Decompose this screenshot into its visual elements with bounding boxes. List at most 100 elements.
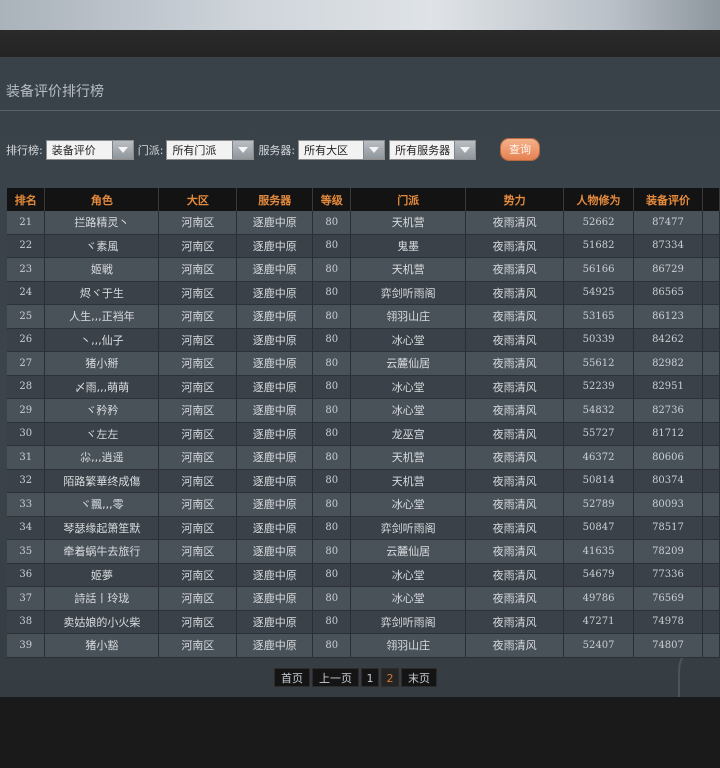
last-page-button[interactable]: 末页 bbox=[401, 668, 437, 687]
cell-character: 姬戦 bbox=[44, 257, 160, 282]
table-row: 38 卖姑娘的小火柴 河南区 逐鹿中原 80 弈剑听雨阁 夜雨清风 47271 74978 bbox=[7, 610, 720, 634]
cell-level: 80 bbox=[312, 375, 352, 399]
cell-level: 80 bbox=[312, 633, 352, 658]
cell-equip-score: 74978 bbox=[633, 610, 703, 634]
region-select[interactable]: 所有大区 bbox=[298, 140, 386, 160]
table-row: 25 人生,,,正裆年 河南区 逐鹿中原 80 翎羽山庄 夜雨清风 53165 86123 bbox=[7, 304, 720, 329]
cell-equip-score: 81712 bbox=[633, 422, 703, 446]
cell-cultivation: 52239 bbox=[563, 375, 634, 399]
cell-extra bbox=[702, 563, 720, 587]
cell-faction: 夜雨清风 bbox=[465, 234, 565, 258]
cell-region: 河南区 bbox=[158, 211, 238, 235]
page-2-current: 2 bbox=[381, 668, 399, 687]
cell-character: 拦路精灵丶 bbox=[44, 211, 160, 235]
cell-rank: 27 bbox=[7, 351, 46, 376]
header-rank: 排名 bbox=[7, 188, 46, 211]
cell-faction: 夜雨清风 bbox=[465, 211, 565, 235]
cell-faction: 夜雨清风 bbox=[465, 633, 565, 658]
cell-equip-score: 77336 bbox=[633, 563, 703, 587]
table-row: 33 ヾ飄,,,零 河南区 逐鹿中原 80 冰心堂 夜雨清风 52789 80093 bbox=[7, 492, 720, 517]
cell-region: 河南区 bbox=[158, 539, 238, 564]
chevron-down-icon[interactable] bbox=[363, 141, 385, 159]
server-select[interactable]: 所有服务器 bbox=[389, 140, 477, 160]
cell-character: 卖姑娘的小火柴 bbox=[44, 610, 160, 634]
cell-cultivation: 51682 bbox=[563, 234, 634, 258]
cell-faction: 夜雨清风 bbox=[465, 563, 565, 587]
cell-character: ヾ矜矜 bbox=[44, 398, 160, 423]
cell-level: 80 bbox=[312, 257, 352, 282]
cell-equip-score: 86123 bbox=[633, 304, 703, 329]
cell-sect: 云麓仙居 bbox=[350, 351, 467, 376]
cell-equip-score: 82951 bbox=[633, 375, 703, 399]
table-row: 34 琴瑟缘起箫笙默 河南区 逐鹿中原 80 弈剑听雨阁 夜雨清风 50847 78517 bbox=[7, 516, 720, 540]
cell-cultivation: 47271 bbox=[563, 610, 634, 634]
page-1-button[interactable]: 1 bbox=[361, 668, 379, 687]
cell-sect: 鬼墨 bbox=[350, 234, 467, 258]
cell-character: 烬ヾ于生 bbox=[44, 281, 160, 305]
cell-faction: 夜雨清风 bbox=[465, 516, 565, 540]
cell-equip-score: 84262 bbox=[633, 328, 703, 352]
cell-character: ヾ素風 bbox=[44, 234, 160, 258]
cell-extra bbox=[702, 516, 720, 540]
table-row: 37 詩話丨玲珑 河南区 逐鹿中原 80 冰心堂 夜雨清风 49786 76569 bbox=[7, 586, 720, 611]
cell-server: 逐鹿中原 bbox=[236, 516, 314, 540]
server-select-value: 所有服务器 bbox=[395, 144, 451, 157]
board-label: 排行榜: bbox=[6, 144, 43, 157]
table-header-row: 排名 角色 大区 服务器 等级 门派 势力 人物修为 装备评价 bbox=[7, 188, 720, 211]
cell-server: 逐鹿中原 bbox=[236, 422, 314, 446]
cell-sect: 翎羽山庄 bbox=[350, 633, 467, 658]
cell-rank: 39 bbox=[7, 633, 46, 658]
pagination: 首页 上一页 1 2 末页 bbox=[274, 668, 437, 687]
chevron-down-icon[interactable] bbox=[232, 141, 254, 159]
chevron-down-icon[interactable] bbox=[111, 141, 133, 159]
cell-sect: 冰心堂 bbox=[350, 328, 467, 352]
cell-sect: 翎羽山庄 bbox=[350, 304, 467, 329]
cell-cultivation: 54925 bbox=[563, 281, 634, 305]
server-label: 服务器: bbox=[258, 144, 296, 157]
sect-label: 门派: bbox=[137, 144, 164, 157]
cell-rank: 33 bbox=[7, 492, 46, 517]
cell-level: 80 bbox=[312, 304, 352, 329]
cell-level: 80 bbox=[312, 445, 352, 470]
cell-level: 80 bbox=[312, 539, 352, 564]
cell-cultivation: 52662 bbox=[563, 211, 634, 235]
cell-level: 80 bbox=[312, 211, 352, 235]
cell-equip-score: 80374 bbox=[633, 469, 703, 493]
cell-equip-score: 86729 bbox=[633, 257, 703, 282]
cell-level: 80 bbox=[312, 563, 352, 587]
cell-sect: 天机营 bbox=[350, 469, 467, 493]
cell-faction: 夜雨清风 bbox=[465, 328, 565, 352]
prev-page-button[interactable]: 上一页 bbox=[312, 668, 359, 687]
board-select[interactable]: 装备评价 bbox=[45, 140, 134, 160]
table-row: 35 牵着蜗牛去旅行 河南区 逐鹿中原 80 云麓仙居 夜雨清风 41635 78209 bbox=[7, 539, 720, 564]
cell-server: 逐鹿中原 bbox=[236, 211, 314, 235]
cell-equip-score: 80093 bbox=[633, 492, 703, 517]
cell-sect: 弈剑听雨阁 bbox=[350, 610, 467, 634]
cell-extra bbox=[702, 234, 720, 258]
header-faction: 势力 bbox=[465, 188, 565, 211]
cell-server: 逐鹿中原 bbox=[236, 492, 314, 517]
first-page-button[interactable]: 首页 bbox=[274, 668, 310, 687]
cell-cultivation: 52789 bbox=[563, 492, 634, 517]
cell-faction: 夜雨清风 bbox=[465, 610, 565, 634]
cell-level: 80 bbox=[312, 351, 352, 376]
cell-equip-score: 78209 bbox=[633, 539, 703, 564]
cell-rank: 29 bbox=[7, 398, 46, 423]
chevron-down-icon[interactable] bbox=[454, 141, 476, 159]
region-select-value: 所有大区 bbox=[304, 144, 349, 157]
cell-server: 逐鹿中原 bbox=[236, 375, 314, 399]
cell-extra bbox=[702, 469, 720, 493]
table-row: 22 ヾ素風 河南区 逐鹿中原 80 鬼墨 夜雨清风 51682 87334 bbox=[7, 234, 720, 258]
table-row: 26 丶,,,仙子 河南区 逐鹿中原 80 冰心堂 夜雨清风 50339 84262 bbox=[7, 328, 720, 352]
table-row: 23 姬戦 河南区 逐鹿中原 80 天机营 夜雨清风 56166 86729 bbox=[7, 257, 720, 282]
page-title: 装备评价排行榜 bbox=[6, 84, 104, 100]
cell-character: 琴瑟缘起箫笙默 bbox=[44, 516, 160, 540]
sect-select[interactable]: 所有门派 bbox=[166, 140, 255, 160]
top-banner-image bbox=[0, 0, 720, 30]
cell-cultivation: 55612 bbox=[563, 351, 634, 376]
cell-rank: 32 bbox=[7, 469, 46, 493]
table-row: 32 陌路繁華终成傷 河南区 逐鹿中原 80 天机营 夜雨清风 50814 80374 bbox=[7, 469, 720, 493]
cell-server: 逐鹿中原 bbox=[236, 586, 314, 611]
query-button[interactable]: 查询 bbox=[501, 139, 539, 160]
cell-equip-score: 82736 bbox=[633, 398, 703, 423]
